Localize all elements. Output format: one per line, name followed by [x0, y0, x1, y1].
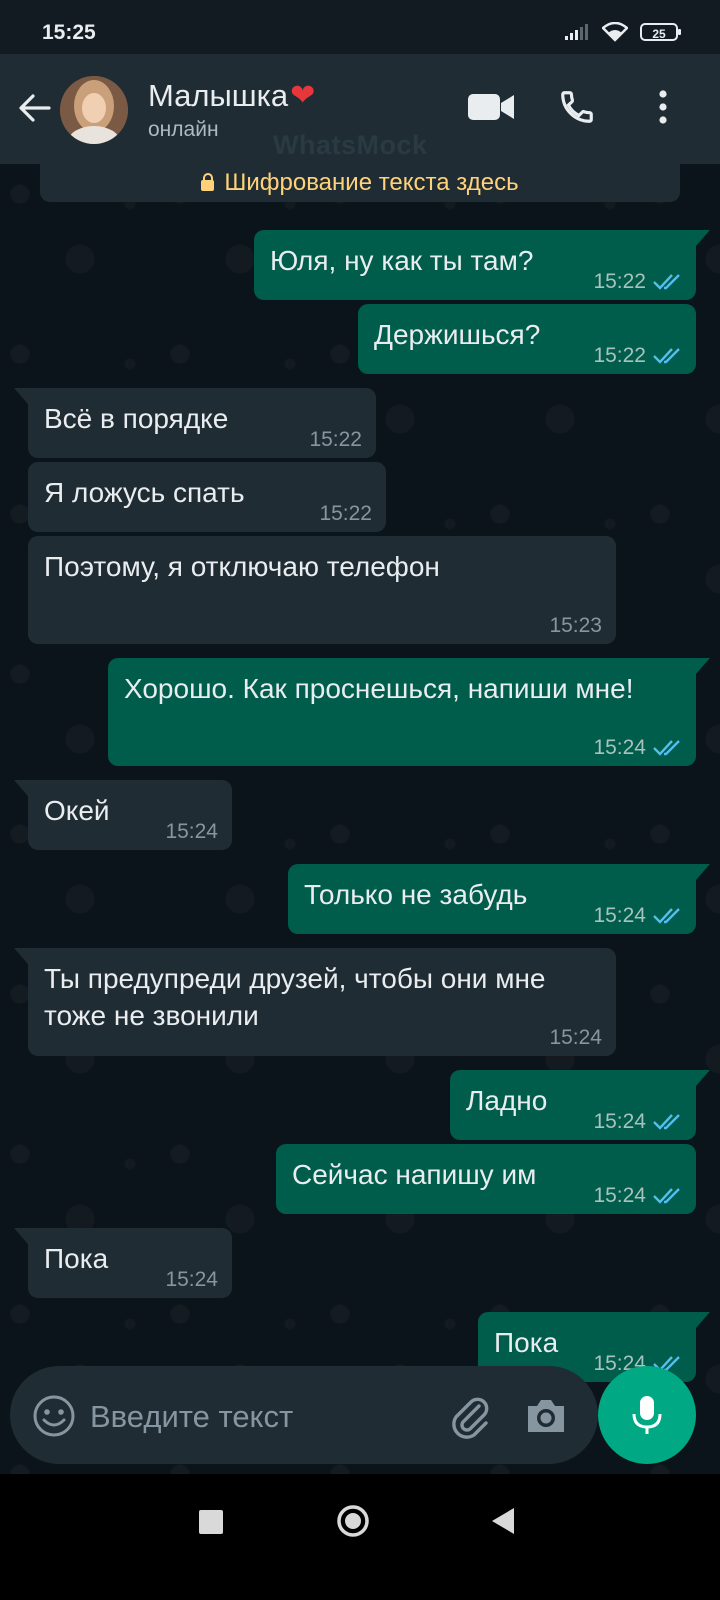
message-text: Окей	[44, 795, 110, 826]
double-check-icon	[653, 347, 680, 364]
double-check-icon	[653, 1113, 680, 1130]
message-meta: 15:24	[593, 905, 682, 926]
double-check-icon	[653, 739, 680, 756]
message-bubble-incoming[interactable]: Всё в порядке 15:22	[14, 388, 376, 458]
double-check-icon	[653, 1187, 680, 1204]
message-meta: 15:23	[549, 615, 602, 636]
voice-message-button[interactable]	[598, 1366, 696, 1464]
message-meta: 15:24	[165, 1269, 218, 1290]
message-meta: 15:24	[593, 737, 682, 758]
message-time: 15:24	[593, 1184, 646, 1207]
message-time: 15:24	[593, 736, 646, 759]
message-meta: 15:24	[593, 1111, 682, 1132]
message-time: 15:22	[593, 344, 646, 367]
message-meta: 15:22	[309, 429, 362, 450]
battery-indicator: 25	[640, 23, 681, 41]
watermark: WhatsMock	[273, 130, 428, 160]
paperclip-icon[interactable]	[446, 1392, 494, 1440]
arrow-left-icon	[19, 94, 51, 122]
message-input[interactable]	[88, 1392, 422, 1442]
message-meta: 15:24	[593, 1185, 682, 1206]
more-vertical-icon	[659, 90, 667, 124]
avatar-image	[60, 76, 128, 144]
emoji-icon[interactable]	[32, 1394, 76, 1438]
message-bubble-outgoing[interactable]: Хорошо. Как проснешься, напиши мне! 15:2…	[108, 658, 710, 766]
contact-name-text: Малышка	[148, 78, 289, 113]
double-check-icon	[653, 273, 680, 290]
message-time: 15:24	[549, 1026, 602, 1049]
video-camera-icon	[468, 94, 514, 120]
system-nav-bar	[0, 1474, 720, 1600]
message-meta: 15:22	[593, 271, 682, 292]
system-back-button[interactable]	[490, 1506, 516, 1536]
message-text: Ладно	[466, 1085, 548, 1116]
encryption-banner[interactable]: Шифрование текста здесь	[40, 164, 680, 202]
message-time: 15:24	[593, 1110, 646, 1133]
contact-status: онлайн	[148, 118, 219, 141]
message-time: 15:23	[549, 614, 602, 637]
message-time: 15:22	[319, 502, 372, 525]
message-text: Поэтому, я отключаю телефон	[44, 551, 440, 582]
message-text: Только не забудь	[304, 879, 528, 910]
message-bubble-incoming[interactable]: Поэтому, я отключаю телефон 15:23	[28, 536, 616, 644]
microphone-icon	[632, 1396, 662, 1434]
message-text: Всё в порядке	[44, 403, 229, 434]
message-bubble-outgoing[interactable]: Только не забудь 15:24	[288, 864, 710, 934]
signal-icon	[565, 24, 588, 40]
message-time: 15:22	[309, 428, 362, 451]
heart-icon: ❤	[290, 79, 316, 112]
phone-icon	[561, 91, 593, 123]
message-time: 15:22	[593, 270, 646, 293]
double-check-icon	[653, 907, 680, 924]
back-button[interactable]	[12, 82, 56, 134]
camera-icon[interactable]	[522, 1392, 570, 1440]
message-text: Держишься?	[374, 319, 541, 350]
avatar[interactable]	[60, 76, 128, 144]
encryption-text: Шифрование текста здесь	[224, 169, 519, 196]
message-bubble-outgoing[interactable]: Юля, ну как ты там? 15:22	[254, 230, 710, 300]
wifi-icon	[602, 22, 628, 42]
message-meta: 15:22	[319, 503, 372, 524]
status-bar: 15:25 25	[0, 0, 720, 54]
lock-icon	[201, 172, 215, 191]
home-button[interactable]	[336, 1504, 370, 1538]
chat-header: Малышка ❤ онлайн WhatsMock	[0, 54, 720, 164]
message-text: Сейчас напишу им	[292, 1159, 537, 1190]
message-time: 15:24	[165, 820, 218, 843]
message-time: 15:24	[593, 904, 646, 927]
message-text: Пока	[494, 1327, 559, 1358]
message-bubble-outgoing[interactable]: Держишься? 15:22	[358, 304, 696, 374]
message-bubble-outgoing[interactable]: Сейчас напишу им 15:24	[276, 1144, 696, 1214]
message-meta: 15:24	[165, 821, 218, 842]
message-composer	[10, 1366, 598, 1464]
contact-name[interactable]: Малышка ❤	[148, 78, 315, 114]
recent-apps-button[interactable]	[199, 1510, 223, 1534]
message-bubble-incoming[interactable]: Ты предупреди друзей, чтобы они мне тоже…	[14, 948, 616, 1056]
message-meta: 15:22	[593, 345, 682, 366]
message-meta: 15:24	[549, 1027, 602, 1048]
message-bubble-incoming[interactable]: Пока 15:24	[14, 1228, 232, 1298]
message-text: Юля, ну как ты там?	[270, 245, 534, 276]
voice-call-button[interactable]	[552, 82, 602, 132]
message-text: Ты предупреди друзей, чтобы они мне тоже…	[44, 963, 546, 1031]
message-bubble-incoming[interactable]: Окей 15:24	[14, 780, 232, 850]
message-bubble-incoming[interactable]: Я ложусь спать 15:22	[28, 462, 386, 532]
menu-button[interactable]	[638, 82, 688, 132]
video-call-button[interactable]	[466, 82, 516, 132]
message-bubble-outgoing[interactable]: Ладно 15:24	[450, 1070, 710, 1140]
message-text: Хорошо. Как проснешься, напиши мне!	[124, 673, 634, 704]
status-time: 15:25	[42, 21, 96, 44]
message-text: Я ложусь спать	[44, 477, 245, 508]
message-time: 15:24	[165, 1268, 218, 1291]
status-icons: 25	[564, 22, 681, 42]
message-text: Пока	[44, 1243, 109, 1274]
